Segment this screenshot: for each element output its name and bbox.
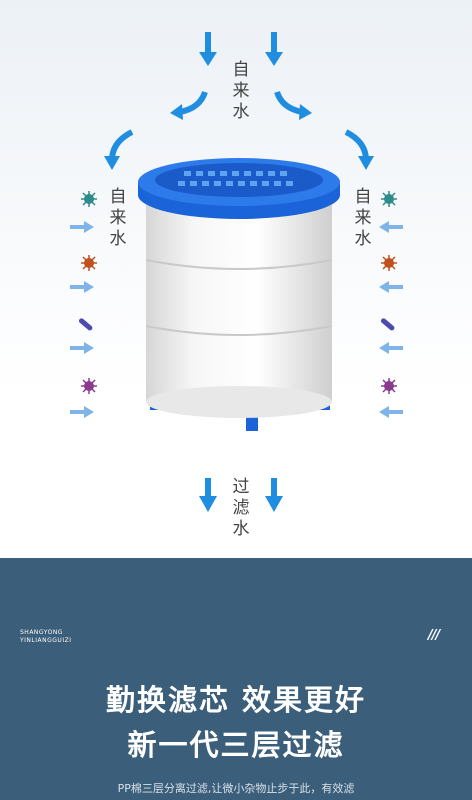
label-tap-water-left: 自来水 bbox=[109, 187, 127, 249]
label-filtered-water: 过滤水 bbox=[232, 477, 250, 539]
headline-line-2: 新一代三层过滤 bbox=[127, 728, 345, 762]
curved-arrow-right-small bbox=[274, 90, 312, 120]
outflow-arrow-left bbox=[199, 478, 217, 512]
inflow-arrow-top-right bbox=[265, 32, 283, 66]
label-tap-water-top: 自来水 bbox=[232, 60, 250, 122]
label-tap-water-right: 自来水 bbox=[354, 187, 372, 249]
product-illustration: 自来水 自来水 自来水 过滤水 bbox=[0, 0, 472, 558]
bacteria-icon bbox=[78, 191, 97, 394]
decorative-slashes: /// bbox=[428, 628, 440, 643]
curved-arrow-right-large bbox=[344, 129, 374, 170]
brand-name: SHANGYONG YINLIANGGUIZI bbox=[20, 629, 72, 644]
inflow-arrow-top-left bbox=[199, 32, 217, 66]
filter-cartridge bbox=[138, 158, 340, 431]
curved-arrow-left-small bbox=[170, 90, 208, 120]
curved-arrow-left-large bbox=[104, 129, 134, 170]
outflow-arrow-right bbox=[265, 478, 283, 512]
description-text: PP棉三层分离过滤,让微小杂物止步于此，有效滤 bbox=[117, 782, 355, 795]
headline-line-1: 勤换滤芯 效果更好 bbox=[105, 683, 367, 717]
